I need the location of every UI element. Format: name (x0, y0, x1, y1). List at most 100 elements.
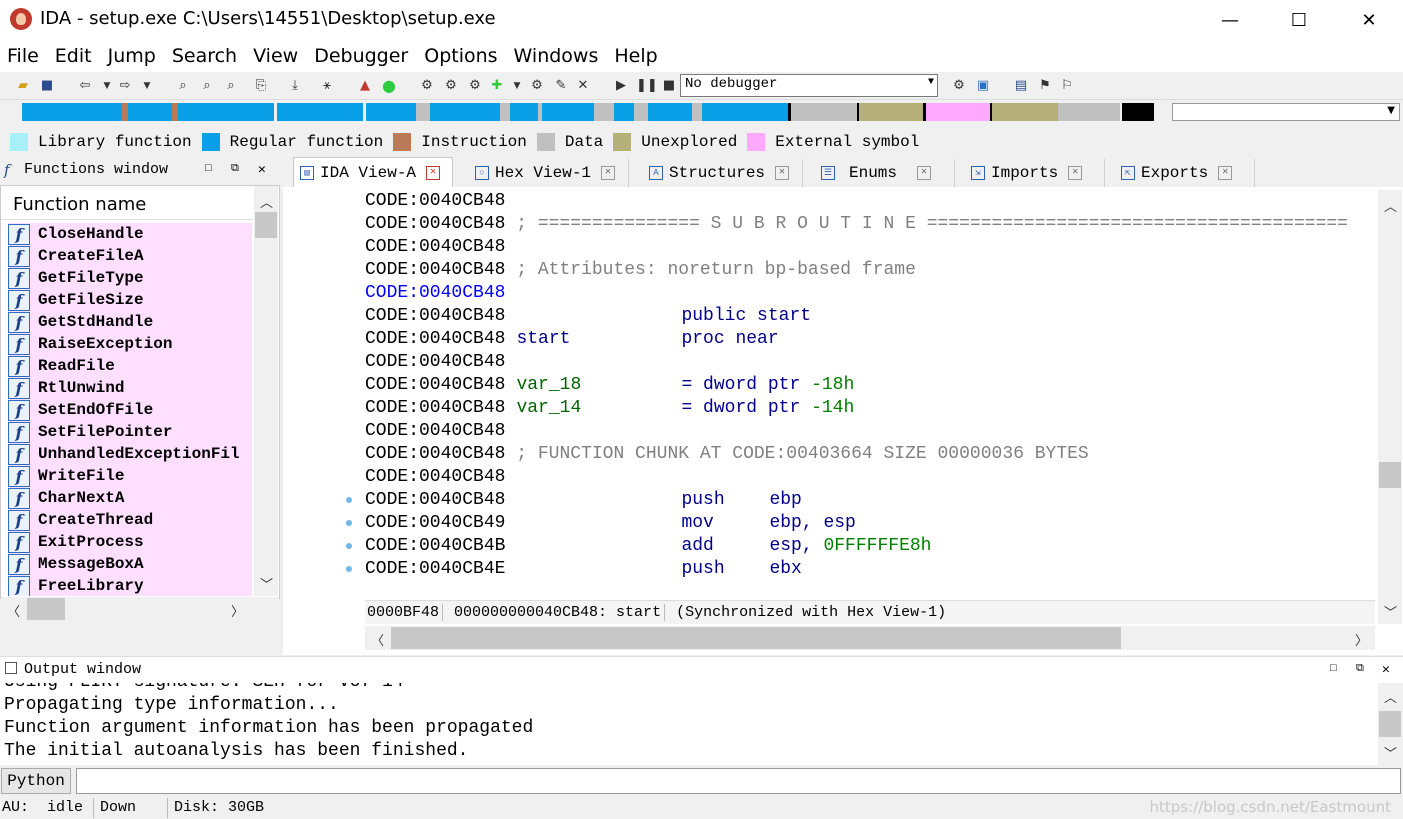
menu-jump[interactable]: Jump (108, 45, 164, 67)
scroll-up-icon[interactable]: ︿ (1384, 196, 1397, 215)
disassembly-vertical-scrollbar[interactable]: ︿ ﹀ (1378, 190, 1402, 624)
debugger-select[interactable]: No debugger ▼ (680, 74, 938, 97)
stop-icon[interactable]: ■ (660, 77, 678, 95)
disassembly-line[interactable]: CODE:0040CB4E push ebx (365, 558, 1375, 581)
function-name-column-header[interactable]: Function name (1, 186, 253, 220)
open-folder-icon[interactable]: ▰ (14, 77, 32, 95)
disassembly-line[interactable]: CODE:0040CB48 (365, 420, 1375, 443)
disassembly-line[interactable]: CODE:0040CB48 ; =============== S U B R … (365, 213, 1375, 236)
graph-overview-icon[interactable]: ⚹ (318, 77, 336, 95)
scroll-right-icon[interactable]: 〉 (1355, 630, 1368, 649)
function-row[interactable]: f FreeLibrary (8, 575, 252, 596)
disassembly-line[interactable]: CODE:0040CB48 ; Attributes: noreturn bp-… (365, 259, 1375, 282)
menu-options[interactable]: Options (424, 45, 505, 67)
close-icon[interactable]: ✕ (1218, 166, 1233, 180)
scroll-left-icon[interactable]: 〈 (371, 630, 384, 649)
close-button[interactable]: ✕ (1346, 0, 1392, 40)
search-text-icon[interactable]: ⌕ (198, 77, 216, 95)
menu-help[interactable]: Help (614, 45, 665, 67)
function-row[interactable]: f SetFilePointer (8, 421, 252, 443)
scroll-up-icon[interactable]: ︿ (260, 192, 273, 211)
edit-function-icon[interactable]: ✎ (552, 77, 570, 95)
download-icon[interactable]: ⤓ (286, 77, 304, 95)
scroll-left-icon[interactable]: 〈 (7, 601, 20, 620)
sync-icon[interactable]: ▣ (974, 77, 992, 95)
menu-windows[interactable]: Windows (514, 45, 607, 67)
functions-list[interactable]: f CloseHandle f CreateFileA f GetFileType f Get… (8, 223, 252, 596)
scrollbar-thumb[interactable] (1379, 462, 1401, 488)
function-row[interactable]: f GetFileSize (8, 289, 252, 311)
close-icon[interactable]: ✕ (601, 166, 616, 180)
run-icon[interactable]: ▶ (612, 77, 630, 95)
tab-hex-view-1[interactable]: ○ Hex View-1 ✕ (469, 159, 629, 187)
tab-imports[interactable]: ⇲ Imports ✕ (965, 159, 1105, 187)
restore-window-icon[interactable]: ⧉ (231, 163, 239, 175)
pause-icon[interactable]: ❚❚ (636, 77, 658, 95)
close-icon[interactable]: ✕ (1068, 166, 1083, 180)
float-window-icon[interactable]: □ (205, 163, 212, 175)
output-vertical-scrollbar[interactable]: ︿ ﹀ (1378, 683, 1402, 765)
output-log[interactable]: Using FLIRT signature: SEH for vc7-14 Pr… (0, 683, 1378, 765)
function-row[interactable]: f UnhandledExceptionFil (8, 443, 252, 465)
functions-horizontal-scrollbar[interactable]: 〈 〉 (1, 597, 279, 621)
function-row[interactable]: f CreateFileA (8, 245, 252, 267)
python-language-button[interactable]: Python (1, 768, 71, 794)
chart-icon[interactable]: ▲ (356, 77, 374, 95)
function-row[interactable]: f ReadFile (8, 355, 252, 377)
navigation-band[interactable] (22, 103, 1158, 121)
function-row[interactable]: f RaiseException (8, 333, 252, 355)
disassembly-line[interactable]: CODE:0040CB49 mov ebp, esp (365, 512, 1375, 535)
scroll-down-icon[interactable]: ﹀ (1384, 743, 1397, 762)
tab-structures[interactable]: A Structures ✕ (643, 159, 803, 187)
scroll-down-icon[interactable]: ﹀ (260, 574, 273, 593)
disassembly-line[interactable]: CODE:0040CB48 var_14 = dword ptr -14h (365, 397, 1375, 420)
debugger-options-icon[interactable]: ⚙ (950, 77, 968, 95)
close-icon[interactable]: ✕ (775, 166, 790, 180)
undefine-icon[interactable]: ✕ (574, 77, 592, 95)
back-arrow-icon[interactable]: ⇦ (76, 77, 94, 95)
disassembly-line[interactable]: CODE:0040CB48 public start (365, 305, 1375, 328)
function-row[interactable]: f CloseHandle (8, 223, 252, 245)
navigation-band-selector[interactable]: ▼ (1172, 103, 1400, 121)
disassembly-line[interactable]: CODE:0040CB48 ; FUNCTION CHUNK AT CODE:0… (365, 443, 1375, 466)
minimize-button[interactable]: — (1207, 0, 1253, 40)
scrollbar-thumb[interactable] (27, 598, 65, 620)
disassembly-horizontal-scrollbar[interactable]: 〈 〉 (365, 626, 1375, 650)
menu-search[interactable]: Search (172, 45, 245, 67)
breakpoint-list-icon[interactable]: ▤ (1012, 77, 1030, 95)
status-green-icon[interactable]: ● (380, 77, 398, 95)
back-dropdown-icon[interactable]: ▼ (98, 77, 116, 95)
search-immediate-icon[interactable]: ⌕ (222, 77, 240, 95)
close-icon[interactable]: ✕ (917, 166, 932, 180)
function-row[interactable]: f CharNextA (8, 487, 252, 509)
restore-window-icon[interactable]: ⧉ (1356, 663, 1364, 675)
save-icon[interactable]: ■ (38, 77, 56, 95)
disassembly-line[interactable]: CODE:0040CB48 (365, 190, 1375, 213)
function-row[interactable]: f WriteFile (8, 465, 252, 487)
maximize-button[interactable]: ☐ (1276, 0, 1322, 40)
add-struct-icon[interactable]: ✚ (488, 77, 506, 95)
make-array-icon[interactable]: ⚙ (466, 77, 484, 95)
search-binary-icon[interactable]: ⌕ (174, 77, 192, 95)
menu-file[interactable]: File (7, 45, 47, 67)
struct-dropdown-icon[interactable]: ▼ (508, 77, 526, 95)
delete-breakpoint-icon[interactable]: ⚐ (1058, 77, 1076, 95)
disassembly-line[interactable]: CODE:0040CB4B add esp, 0FFFFFFE8h (365, 535, 1375, 558)
scrollbar-thumb[interactable] (1379, 711, 1401, 737)
function-icon[interactable]: ⚙ (528, 77, 546, 95)
data-icon[interactable]: ⚙ (442, 77, 460, 95)
function-row[interactable]: f SetEndOfFile (8, 399, 252, 421)
menu-debugger[interactable]: Debugger (314, 45, 416, 67)
disassembly-listing[interactable]: CODE:0040CB48 CODE:0040CB48 ; ===========… (365, 190, 1375, 600)
scroll-right-icon[interactable]: 〉 (231, 601, 244, 620)
tab-exports[interactable]: ⇱ Exports ✕ (1115, 159, 1255, 187)
add-breakpoint-icon[interactable]: ⚑ (1036, 77, 1054, 95)
function-row[interactable]: f MessageBoxA (8, 553, 252, 575)
menu-edit[interactable]: Edit (55, 45, 100, 67)
functions-vertical-scrollbar[interactable]: ︿ ﹀ (254, 186, 278, 596)
disassembly-line[interactable]: CODE:0040CB48 var_18 = dword ptr -18h (365, 374, 1375, 397)
tab-ida-view-a[interactable]: ▤ IDA View-A ✕ (293, 157, 453, 188)
scrollbar-thumb[interactable] (255, 212, 277, 238)
function-row[interactable]: f ExitProcess (8, 531, 252, 553)
disassembly-line[interactable]: CODE:0040CB48 push ebp (365, 489, 1375, 512)
